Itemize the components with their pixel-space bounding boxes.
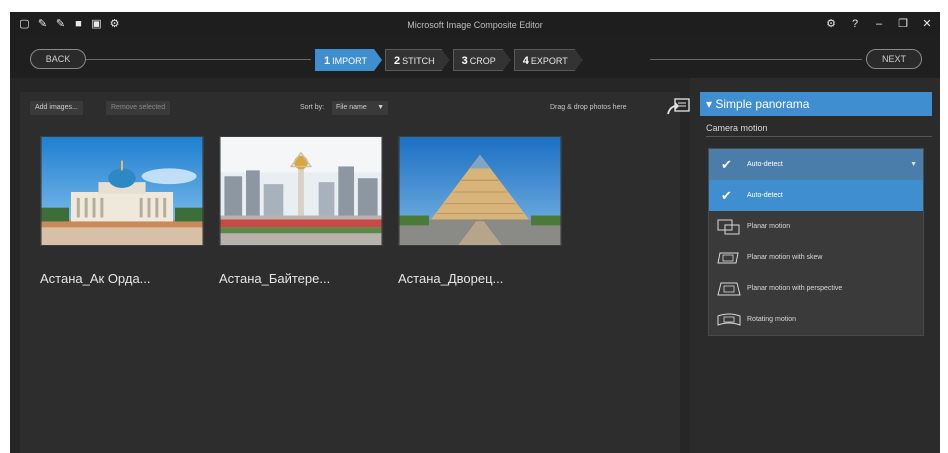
settings-icon[interactable]: ⚙ [108,18,121,31]
sort-label: Sort by: [300,104,325,111]
image-list: Астана_Ак Орда... Астана_Байтере... Аста… [40,136,562,286]
restore-icon[interactable]: ❐ [896,17,910,31]
image-caption: Астана_Ак Орда... [40,271,151,286]
open-icon[interactable]: ✎ [36,18,49,31]
rail-left [86,59,311,60]
step-import[interactable]: 1 IMPORT [315,49,382,71]
camera-motion-label: Camera motion [706,123,768,133]
settings-icon[interactable]: ⚙ [824,17,838,31]
camera-motion-dropdown[interactable]: ✔ Auto-detect ▼ ✔ Auto-detect Planar mot… [708,148,924,336]
camera-motion-current[interactable]: ✔ Auto-detect ▼ [709,149,923,180]
planar-skew-icon [717,252,739,264]
image-caption: Астана_Дворец... [398,271,504,286]
chevron-down-icon: ▼ [377,104,384,111]
settings-panel: ▾ Simple panorama Camera motion ✔ Auto-d… [690,78,940,453]
drop-hint: Drag & drop photos here [550,104,627,111]
image-tile[interactable]: Астана_Ак Орда... [40,136,204,286]
next-button[interactable]: NEXT [866,49,922,69]
window-controls: ⚙ ? – ❐ ✕ [824,17,934,31]
divider [706,136,932,137]
quick-access-toolbar: ▢ ✎ ✎ ■ ▣ ⚙ [18,18,121,31]
remove-selected-button[interactable]: Remove selected [106,101,171,115]
option-rotating-motion[interactable]: Rotating motion [709,304,923,335]
image-thumbnail [40,136,204,246]
add-images-button[interactable]: Add images... [30,101,83,115]
back-button[interactable]: BACK [30,49,86,69]
step-export[interactable]: 4 EXPORT [514,49,583,71]
chevron-down-icon: ▼ [910,161,917,168]
rail-right [650,59,862,60]
option-planar-perspective[interactable]: Planar motion with perspective [709,273,923,304]
rotating-motion-icon [717,313,741,326]
option-auto-detect[interactable]: ✔ Auto-detect [709,180,923,211]
import-area: Add images... Remove selected Sort by: F… [20,92,690,453]
image-thumbnail [219,136,383,246]
minimize-icon[interactable]: – [872,17,886,31]
image-thumbnail [398,136,562,246]
option-planar-skew[interactable]: Planar motion with skew [709,242,923,273]
wizard-bar: BACK 1 IMPORT 2 STITCH 3 CROP 4 EXPORT NEXT [10,38,940,78]
window-title: Microsoft Image Composite Editor [407,20,543,30]
chevron-down-icon: ▾ [706,97,713,111]
planar-motion-icon [717,219,740,235]
image-tile[interactable]: Астана_Дворец... [398,136,562,286]
open-folder-icon[interactable]: ✎ [54,18,67,31]
new-icon[interactable]: ▢ [18,18,31,31]
sort-select[interactable]: File name ▼ [332,101,388,115]
image-tile[interactable]: Астана_Байтере... [219,136,383,286]
check-icon: ✔ [721,188,732,203]
check-icon: ✔ [721,157,732,172]
help-icon[interactable]: ? [848,17,862,31]
camera-icon[interactable]: ▣ [90,18,103,31]
import-toolbar: Add images... Remove selected Sort by: F… [30,98,690,118]
wizard-steps: 1 IMPORT 2 STITCH 3 CROP 4 EXPORT [315,49,586,71]
app-window: ▢ ✎ ✎ ■ ▣ ⚙ Microsoft Image Composite Ed… [10,12,940,453]
panorama-type-select[interactable]: ▾ Simple panorama [700,92,932,116]
step-crop[interactable]: 3 CROP [453,49,511,71]
planar-perspective-icon [717,282,741,296]
option-planar-motion[interactable]: Planar motion [709,211,923,242]
image-caption: Астана_Байтере... [219,271,331,286]
step-stitch[interactable]: 2 STITCH [385,49,450,71]
drag-drop-icon [667,98,690,115]
close-icon[interactable]: ✕ [920,17,934,31]
save-icon[interactable]: ■ [72,18,85,31]
title-bar: ▢ ✎ ✎ ■ ▣ ⚙ Microsoft Image Composite Ed… [10,12,940,38]
